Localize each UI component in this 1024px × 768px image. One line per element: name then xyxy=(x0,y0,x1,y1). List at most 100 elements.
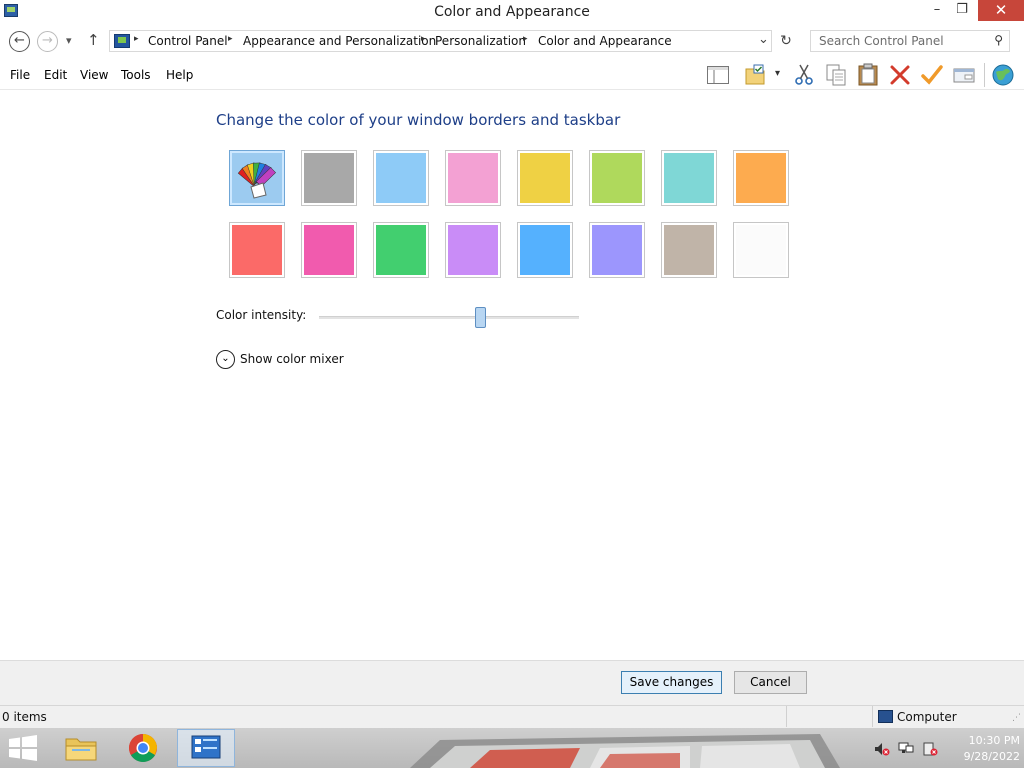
swatch-fill xyxy=(376,153,426,203)
item-count: 0 items xyxy=(2,710,47,724)
breadcrumb-separator[interactable]: ▸ xyxy=(421,34,426,44)
up-button[interactable]: ↑ xyxy=(87,31,100,49)
color-swatch-green[interactable] xyxy=(373,222,429,278)
menu-edit[interactable]: Edit xyxy=(44,68,67,82)
status-divider xyxy=(872,706,873,727)
breadcrumb-separator[interactable]: ▸ xyxy=(228,34,233,44)
color-swatch-teal[interactable] xyxy=(661,150,717,206)
swatch-fill xyxy=(232,153,282,203)
resize-grip-icon[interactable]: ⋰ xyxy=(1012,713,1021,723)
globe-icon[interactable] xyxy=(991,63,1015,87)
color-swatch-light-blue[interactable] xyxy=(373,150,429,206)
breadcrumb-separator[interactable]: ▸ xyxy=(523,34,528,44)
color-intensity-slider-thumb[interactable] xyxy=(475,307,486,328)
swatch-fill xyxy=(592,225,642,275)
paste-icon[interactable] xyxy=(856,63,880,87)
toolbar-divider xyxy=(984,63,985,87)
minimize-button[interactable]: – xyxy=(924,0,950,22)
color-swatch-lime[interactable] xyxy=(589,150,645,206)
page-heading: Change the color of your window borders … xyxy=(216,111,621,129)
address-dropdown-icon[interactable]: ⌄ xyxy=(758,32,769,47)
computer-icon xyxy=(878,710,893,723)
color-swatch-orange[interactable] xyxy=(733,150,789,206)
cut-icon[interactable] xyxy=(792,63,816,87)
control-panel-taskbar-button[interactable] xyxy=(177,729,235,767)
color-swatch-gray[interactable] xyxy=(301,150,357,206)
menu-help[interactable]: Help xyxy=(166,68,193,82)
select-dropdown-icon[interactable]: ▾ xyxy=(775,68,780,79)
breadcrumb-appearance-personalization[interactable]: Appearance and Personalization xyxy=(243,34,436,48)
breadcrumb-personalization[interactable]: Personalization xyxy=(435,34,526,48)
status-bar xyxy=(0,705,1024,728)
network-icon[interactable] xyxy=(898,742,914,756)
breadcrumb-control-panel[interactable]: Control Panel xyxy=(148,34,228,48)
address-bar[interactable]: ▸ Control Panel ▸ Appearance and Persona… xyxy=(109,30,772,52)
color-swatch-automatic[interactable] xyxy=(229,150,285,206)
button-row xyxy=(0,660,1024,705)
breadcrumb-color-appearance[interactable]: Color and Appearance xyxy=(538,34,672,48)
search-icon[interactable]: ⚲ xyxy=(994,33,1003,47)
swatch-fill xyxy=(736,225,786,275)
select-icon[interactable] xyxy=(743,63,767,87)
color-swatch-periwinkle[interactable] xyxy=(589,222,645,278)
check-icon[interactable] xyxy=(920,63,944,87)
file-explorer-icon[interactable] xyxy=(56,729,106,767)
preview-pane-icon[interactable] xyxy=(706,63,730,87)
color-swatch-violet[interactable] xyxy=(445,222,501,278)
save-changes-button[interactable]: Save changes xyxy=(621,671,722,694)
color-intensity-slider-track[interactable] xyxy=(319,316,579,319)
chrome-icon[interactable] xyxy=(118,729,168,767)
menu-file[interactable]: File xyxy=(10,68,30,82)
breadcrumb-separator[interactable]: ▸ xyxy=(134,34,139,44)
color-swatch-red[interactable] xyxy=(229,222,285,278)
restore-button[interactable]: ❐ xyxy=(949,0,975,22)
swatch-fill xyxy=(520,225,570,275)
swatch-fill xyxy=(664,225,714,275)
control-panel-icon xyxy=(114,34,130,48)
close-button[interactable]: ✕ xyxy=(978,0,1024,21)
back-button[interactable]: ← xyxy=(9,31,30,52)
properties-icon[interactable] xyxy=(952,63,976,87)
forward-button[interactable]: → xyxy=(37,31,58,52)
swatch-fill xyxy=(232,225,282,275)
swatch-fill xyxy=(448,225,498,275)
swatch-fill xyxy=(520,153,570,203)
wallpaper-decoration xyxy=(410,734,840,768)
color-intensity-label: Color intensity: xyxy=(216,308,307,322)
volume-muted-icon[interactable] xyxy=(874,742,890,756)
action-center-icon[interactable] xyxy=(922,742,938,756)
expand-chevron-icon[interactable]: ⌄ xyxy=(216,350,235,369)
cancel-button[interactable]: Cancel xyxy=(734,671,807,694)
menu-tools[interactable]: Tools xyxy=(121,68,151,82)
swatch-fill xyxy=(376,225,426,275)
refresh-button[interactable]: ↻ xyxy=(775,30,797,52)
clock-time: 10:30 PM xyxy=(968,734,1020,747)
color-swatch-taupe[interactable] xyxy=(661,222,717,278)
taskbar-clock[interactable]: 10:30 PM 9/28/2022 xyxy=(940,733,1020,765)
color-palette-icon xyxy=(237,162,276,199)
swatch-fill xyxy=(592,153,642,203)
status-divider xyxy=(786,706,787,727)
menu-view[interactable]: View xyxy=(80,68,108,82)
color-swatch-blue[interactable] xyxy=(517,222,573,278)
swatch-fill xyxy=(304,225,354,275)
start-button[interactable] xyxy=(8,735,38,761)
swatch-fill xyxy=(664,153,714,203)
color-swatch-white[interactable] xyxy=(733,222,789,278)
delete-icon[interactable] xyxy=(888,63,912,87)
color-swatch-yellow[interactable] xyxy=(517,150,573,206)
copy-icon[interactable] xyxy=(824,63,848,87)
location-label: Computer xyxy=(897,710,957,724)
swatch-fill xyxy=(304,153,354,203)
search-input[interactable]: Search Control Panel ⚲ xyxy=(810,30,1010,52)
control-panel-icon xyxy=(191,735,221,759)
search-placeholder: Search Control Panel xyxy=(819,34,944,48)
color-swatch-magenta[interactable] xyxy=(301,222,357,278)
swatch-fill xyxy=(736,153,786,203)
show-color-mixer-link[interactable]: Show color mixer xyxy=(240,352,344,366)
swatch-fill xyxy=(448,153,498,203)
color-swatch-pink[interactable] xyxy=(445,150,501,206)
clock-date: 9/28/2022 xyxy=(963,750,1020,763)
recent-locations-dropdown[interactable]: ▾ xyxy=(66,34,72,47)
window-title: Color and Appearance xyxy=(434,4,590,20)
